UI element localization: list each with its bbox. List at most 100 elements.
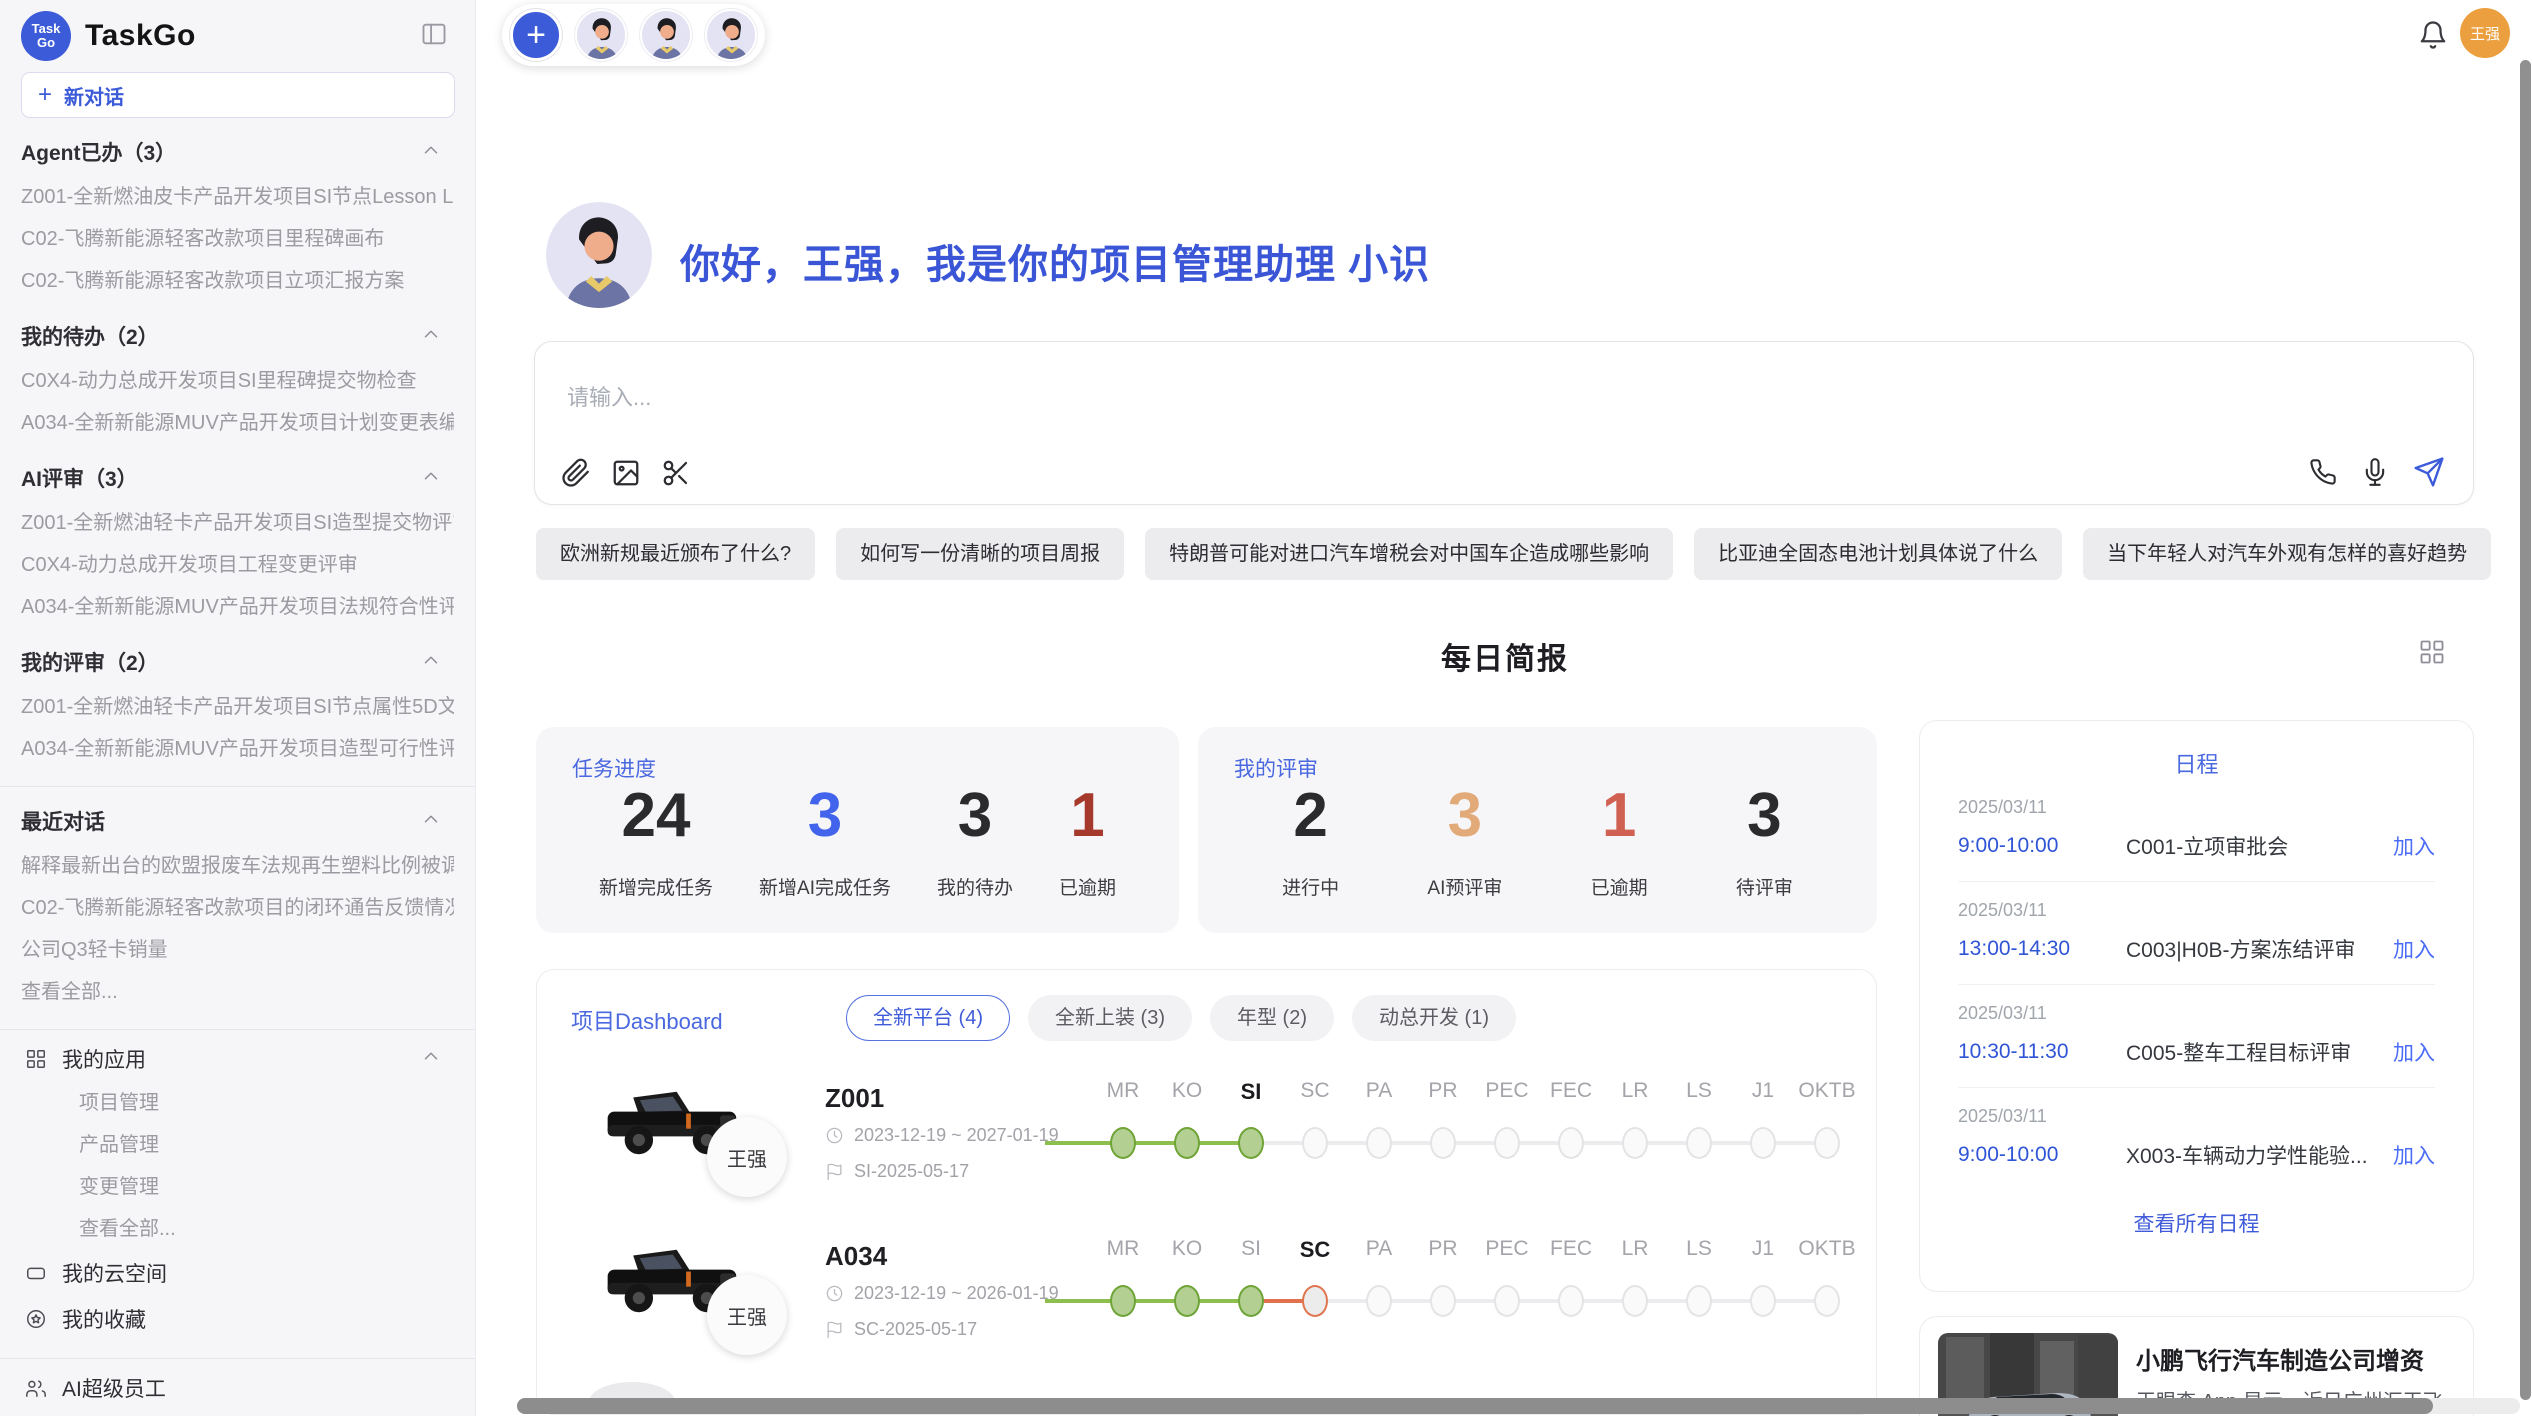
dashboard-tab[interactable]: 全新平台 (4) [846,995,1010,1041]
suggestion-chip[interactable]: 如何写一份清晰的项目周报 [836,528,1124,580]
suggestion-chip[interactable]: 比亚迪全固态电池计划具体说了什么 [1694,528,2062,580]
chevron-up-icon[interactable] [420,139,442,166]
join-link[interactable]: 加入 [2393,934,2435,964]
dashboard-tab[interactable]: 全新上装 (3) [1028,995,1192,1041]
list-item[interactable]: Z001-全新燃油皮卡产品开发项目SI节点Lesson Learn报告 [21,176,454,218]
milestone-dot[interactable] [1622,1285,1648,1317]
new-chat-button[interactable]: + 新对话 [21,72,455,118]
agent-avatar-2[interactable] [640,9,692,61]
project-date-range: 2023-12-19 ~ 2027-01-19 [825,1125,1059,1146]
chevron-up-icon[interactable] [420,323,442,350]
milestone-dot[interactable] [1302,1127,1328,1159]
section-header-section3[interactable]: 我的评审（2） [21,638,454,686]
nav-label: AI超级员工 [62,1373,166,1403]
list-item[interactable]: Z001-全新燃油轻卡产品开发项目SI造型提交物评审 [21,502,454,544]
list-item[interactable]: A034-全新新能源MUV产品开发项目法规符合性评审 [21,586,454,628]
sidebar-item-my-apps[interactable]: 我的应用 [21,1036,454,1082]
milestone-dot[interactable] [1366,1285,1392,1317]
milestone-dot[interactable] [1430,1127,1456,1159]
sidebar-item-cloud[interactable]: 我的云空间 [21,1250,454,1296]
milestone-dot[interactable] [1686,1285,1712,1317]
section-header-recent[interactable]: 最近对话 [21,797,454,845]
mic-icon[interactable] [2361,458,2389,486]
milestone-dot[interactable] [1622,1127,1648,1159]
attachment-icon[interactable] [561,458,591,488]
sidebar-item-badge-star[interactable]: 我的收藏 [21,1296,454,1342]
cloud-icon [25,1262,47,1284]
list-item[interactable]: 公司Q3轻卡销量 [21,929,454,971]
chevron-up-icon[interactable] [420,808,442,835]
suggestion-chip[interactable]: 当下年轻人对汽车外观有怎样的喜好趋势 [2083,528,2491,580]
project-row[interactable]: 王强A0342023-12-19 ~ 2026-01-19SC-2025-05-… [537,1219,1876,1377]
milestone-dot[interactable] [1174,1127,1200,1159]
list-item[interactable]: C02-飞腾新能源轻客改款项目里程碑画布 [21,218,454,260]
milestone-dot[interactable] [1558,1285,1584,1317]
view-all-schedule-link[interactable]: 查看所有日程 [1920,1208,2473,1238]
milestone-dot[interactable] [1750,1127,1776,1159]
list-item[interactable]: A034-全新新能源MUV产品开发项目造型可行性评审 [21,728,454,770]
send-icon[interactable] [2413,456,2445,488]
dashboard-title: 项目Dashboard [571,1004,723,1036]
list-item[interactable]: C0X4-动力总成开发项目SI里程碑提交物检查 [21,360,454,402]
milestone-dot[interactable] [1814,1285,1840,1317]
milestone-dot[interactable] [1302,1285,1328,1317]
app-sub-item[interactable]: 项目管理 [21,1082,454,1124]
chevron-up-icon[interactable] [420,649,442,676]
suggestion-chip[interactable]: 特朗普可能对进口汽车增税会对中国车企造成哪些影响 [1145,528,1673,580]
notification-bell-icon[interactable] [2418,20,2448,55]
view-all-link[interactable]: 查看全部... [21,1208,454,1250]
logo-text-line2: Go [37,36,55,50]
milestone-dot[interactable] [1366,1127,1392,1159]
flag-icon [825,1320,844,1339]
milestone-dot[interactable] [1686,1127,1712,1159]
milestone-dot[interactable] [1430,1285,1456,1317]
phone-icon[interactable] [2309,458,2337,486]
vertical-scrollbar-thumb[interactable] [2520,60,2531,1400]
stat-value: 24 [622,785,691,847]
list-item[interactable]: C02-飞腾新能源轻客改款项目的闭环通告反馈情况 [21,887,454,929]
milestone-dot[interactable] [1110,1285,1136,1317]
agent-avatar-3[interactable] [705,9,757,61]
chevron-up-icon[interactable] [420,1045,454,1073]
list-item[interactable]: C02-飞腾新能源轻客改款项目立项汇报方案 [21,260,454,302]
list-item[interactable]: Z001-全新燃油轻卡产品开发项目SI节点属性5D文件评审 [21,686,454,728]
scissors-icon[interactable] [661,458,691,488]
milestone-dot[interactable] [1174,1285,1200,1317]
milestone-dot[interactable] [1814,1127,1840,1159]
milestone-dot[interactable] [1558,1127,1584,1159]
horizontal-scrollbar-thumb[interactable] [517,1398,2433,1414]
chat-input[interactable] [565,384,1565,412]
layout-grid-icon[interactable] [2418,638,2446,671]
section-header-section2[interactable]: AI评审（3） [21,454,454,502]
list-item[interactable]: 解释最新出台的欧盟报废车法规再生塑料比例被调至15%... [21,845,454,887]
chevron-up-icon[interactable] [420,465,442,492]
join-link[interactable]: 加入 [2393,1140,2435,1170]
join-link[interactable]: 加入 [2393,1037,2435,1067]
milestone-dot[interactable] [1750,1285,1776,1317]
view-all-link[interactable]: 查看全部... [21,971,454,1013]
list-item[interactable]: A034-全新新能源MUV产品开发项目计划变更表编写 [21,402,454,444]
dashboard-tab[interactable]: 年型 (2) [1210,995,1334,1041]
user-avatar[interactable]: 王强 [2460,8,2510,58]
join-link[interactable]: 加入 [2393,831,2435,861]
image-icon[interactable] [611,458,641,488]
suggestion-chip[interactable]: 欧洲新规最近颁布了什么? [536,528,815,580]
milestone-dot[interactable] [1110,1127,1136,1159]
sidebar-item-users[interactable]: AI超级员工 [21,1365,454,1411]
project-row[interactable]: 王强Z0012023-12-19 ~ 2027-01-19SI-2025-05-… [537,1061,1876,1219]
milestone-dot[interactable] [1494,1127,1520,1159]
milestone-dot[interactable] [1238,1285,1264,1317]
app-sub-item[interactable]: 产品管理 [21,1124,454,1166]
agent-avatar-1[interactable] [575,9,627,61]
milestone-track: MRKOSISCPAPRPECFECLRLSJ1OKTB [1045,1237,1859,1347]
add-agent-button[interactable]: + [510,9,562,61]
list-item[interactable]: C0X4-动力总成开发项目工程变更评审 [21,544,454,586]
milestone-dot[interactable] [1238,1127,1264,1159]
sidebar-item-write[interactable]: 帮我写作 [21,1411,454,1416]
milestone-dot[interactable] [1494,1285,1520,1317]
section-header-section0[interactable]: Agent已办（3） [21,128,454,176]
dashboard-tab[interactable]: 动总开发 (1) [1352,995,1516,1041]
section-header-section1[interactable]: 我的待办（2） [21,312,454,360]
app-sub-item[interactable]: 变更管理 [21,1166,454,1208]
sidebar-collapse-icon[interactable] [420,20,448,53]
